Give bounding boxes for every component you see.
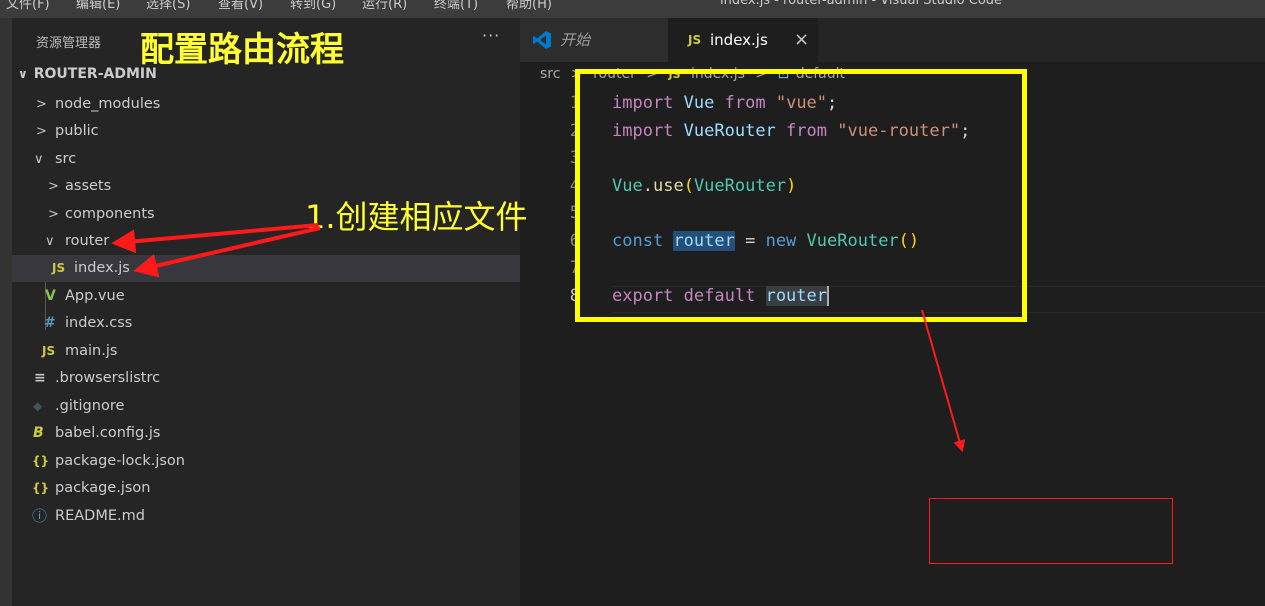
explorer-title: 资源管理器: [36, 36, 102, 51]
tree-item-main-js[interactable]: JS main.js: [12, 338, 520, 365]
tree-item-label: public: [55, 123, 99, 139]
json-file-icon: {}: [32, 481, 50, 495]
js-file-icon: JS: [42, 344, 56, 358]
tree-item-src[interactable]: ∨ src: [12, 146, 520, 173]
tree-item-label: .gitignore: [55, 398, 125, 414]
tree-item-gitignore[interactable]: ◆ .gitignore: [12, 393, 520, 420]
tree-item-label: src: [55, 151, 77, 167]
info-icon: ⓘ: [32, 507, 48, 525]
config-file-icon: ≡: [34, 370, 46, 386]
chevron-right-icon: >: [48, 179, 59, 194]
chevron-right-icon: >: [36, 97, 47, 112]
menu-edit[interactable]: 编辑(E): [76, 0, 120, 12]
editor-tabs: 开始 JS index.js ×: [520, 18, 1265, 62]
tree-item-label: package.json: [55, 480, 151, 496]
chevron-down-icon: ∨: [18, 67, 28, 81]
project-header[interactable]: ∨ ROUTER-ADMIN: [18, 66, 157, 82]
chevron-down-icon: ∨: [45, 234, 55, 249]
annotation-red-box: [929, 498, 1173, 564]
tree-item-label: babel.config.js: [55, 425, 161, 441]
tree-item-label: main.js: [65, 343, 118, 359]
menu-go[interactable]: 转到(G): [290, 0, 336, 12]
tree-item-readme[interactable]: ⓘ README.md: [12, 503, 520, 530]
explorer-sidebar: 资源管理器 ··· ∨ ROUTER-ADMIN > node_modules >…: [12, 18, 520, 606]
annotation-highlight-box: [575, 69, 1027, 322]
tree-item-babel-config[interactable]: B babel.config.js: [12, 420, 520, 447]
menu-terminal[interactable]: 终端(T): [434, 0, 478, 12]
vscode-icon: [533, 31, 551, 49]
tree-item-label: assets: [65, 178, 112, 194]
menu-bar: 文件(F) 编辑(E) 选择(S) 查看(V) 转到(G) 运行(R) 终端(T…: [0, 0, 1265, 18]
menu-run[interactable]: 运行(R): [362, 0, 407, 12]
menu-file[interactable]: 文件(F): [6, 0, 50, 12]
annotation-title: 配置路由流程: [140, 30, 344, 70]
css-file-icon: #: [44, 315, 56, 331]
js-file-icon: JS: [52, 261, 66, 275]
babel-file-icon: B: [33, 425, 44, 441]
close-icon[interactable]: ×: [794, 18, 809, 62]
tree-item-label: components: [65, 206, 155, 222]
chevron-right-icon: >: [36, 124, 47, 139]
git-file-icon: ◆: [33, 399, 43, 413]
vue-file-icon: V: [45, 288, 56, 304]
menu-selection[interactable]: 选择(S): [146, 0, 190, 12]
js-file-icon: JS: [688, 33, 702, 47]
tree-item-package-lock-json[interactable]: {} package-lock.json: [12, 448, 520, 475]
chevron-down-icon: ∨: [34, 152, 44, 167]
tree-item-browserslistrc[interactable]: ≡ .browserslistrc: [12, 365, 520, 392]
tree-item-public[interactable]: > public: [12, 118, 520, 145]
tab-index-js[interactable]: JS index.js ×: [668, 18, 818, 62]
chevron-right-icon: >: [48, 207, 59, 222]
project-name: ROUTER-ADMIN: [33, 66, 157, 82]
tree-item-label: README.md: [55, 508, 145, 524]
breadcrumb-item[interactable]: src: [540, 66, 560, 82]
tree-item-package-json[interactable]: {} package.json: [12, 475, 520, 502]
tree-item-app-vue[interactable]: V App.vue: [12, 283, 520, 310]
tab-label: index.js: [710, 31, 768, 49]
tree-item-label: index.css: [65, 315, 133, 331]
tab-label: 开始: [560, 31, 591, 49]
tree-item-label: router: [65, 233, 110, 249]
menu-view[interactable]: 查看(V): [218, 0, 263, 12]
tree-item-label: .browserslistrc: [55, 370, 161, 386]
tree-item-label: node_modules: [55, 96, 161, 112]
tree-item-label: App.vue: [65, 288, 125, 304]
annotation-step1: 1.创建相应文件: [305, 198, 528, 236]
more-actions-icon[interactable]: ···: [482, 26, 500, 45]
tree-item-label: index.js: [74, 260, 130, 276]
tree-item-label: package-lock.json: [55, 453, 185, 469]
tree-item-index-css[interactable]: # index.css: [12, 310, 520, 337]
activity-bar: [0, 18, 12, 606]
tree-item-index-js[interactable]: JS index.js: [12, 255, 520, 282]
json-file-icon: {}: [32, 454, 50, 468]
tree-item-node-modules[interactable]: > node_modules: [12, 91, 520, 118]
window-title: index.js - router-admin - Visual Studio …: [720, 0, 1003, 8]
menu-help[interactable]: 帮助(H): [506, 0, 552, 12]
tab-start[interactable]: 开始: [520, 18, 668, 62]
